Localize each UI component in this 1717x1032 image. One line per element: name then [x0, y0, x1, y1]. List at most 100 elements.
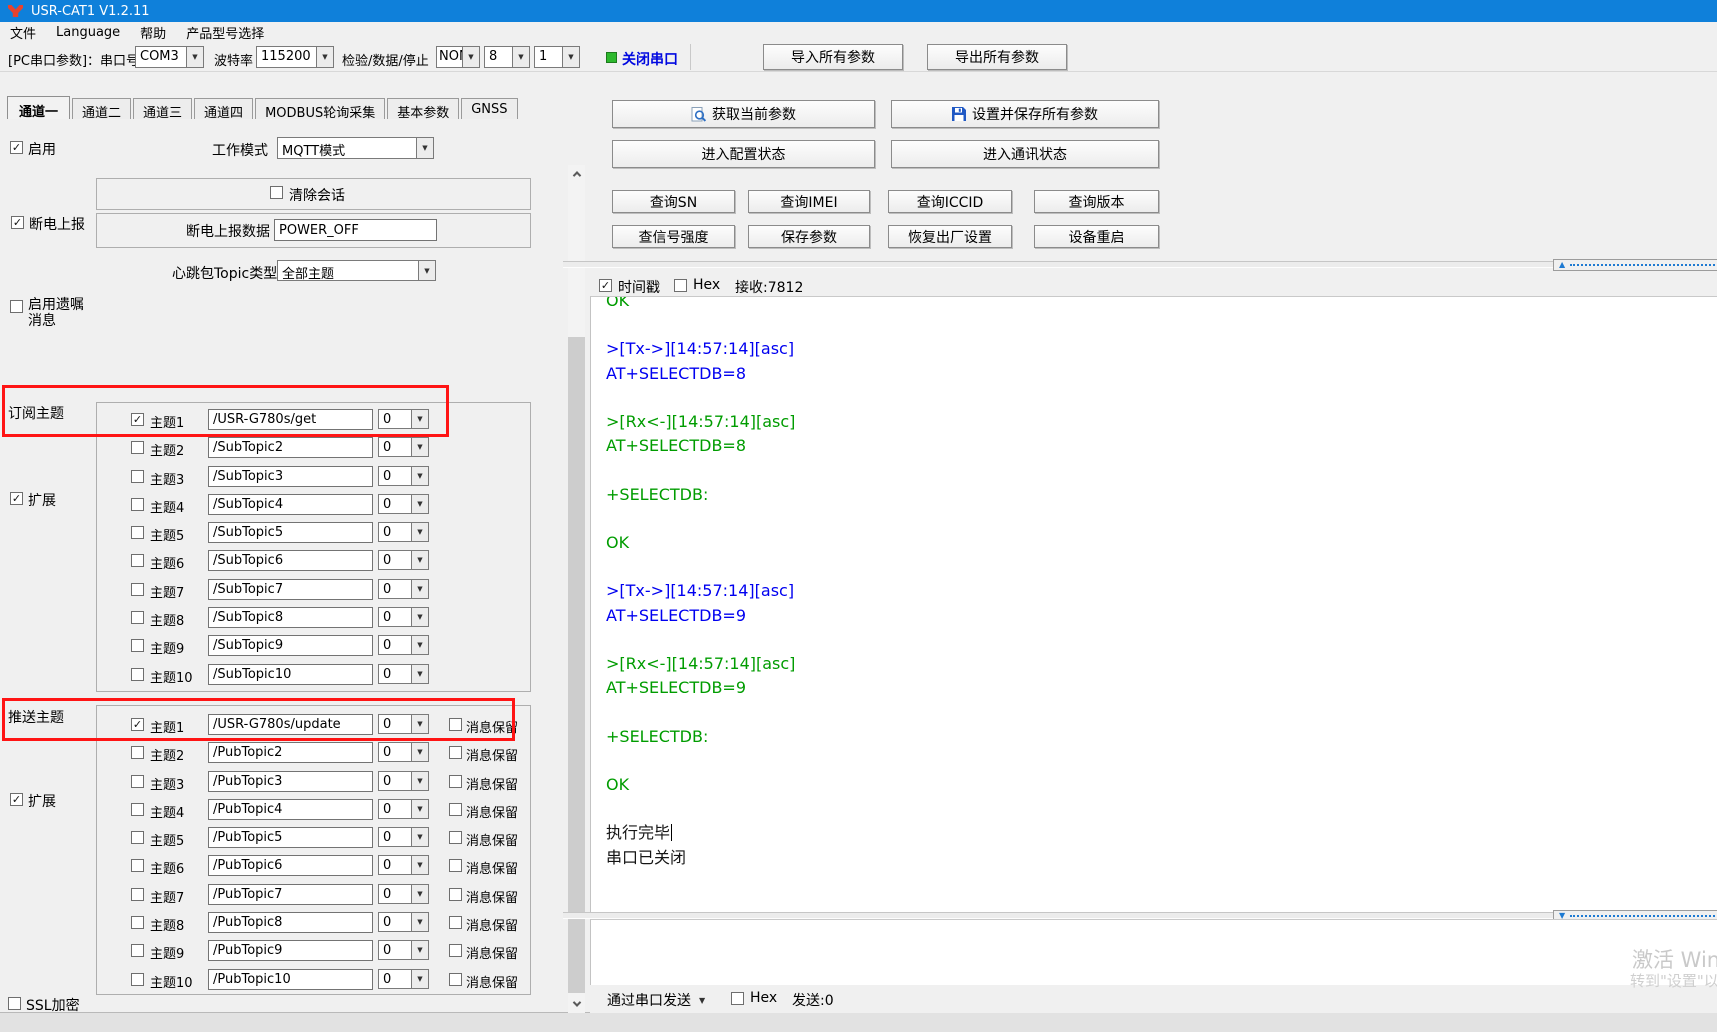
topic-input[interactable] — [208, 884, 373, 905]
topic-checkbox[interactable] — [131, 639, 144, 652]
qos-select[interactable]: 0▼ — [378, 635, 429, 655]
parity-select[interactable]: NONI ▼ — [436, 46, 480, 68]
chevron-down-icon[interactable]: ▼ — [411, 941, 428, 959]
com-port-select[interactable]: COM3 ▼ — [135, 46, 204, 68]
import-all-params-button[interactable]: 导入所有参数 — [763, 44, 903, 70]
get-current-params-button[interactable]: 获取当前参数 — [612, 100, 875, 128]
retain-checkbox[interactable] — [449, 718, 462, 731]
topic-input[interactable] — [208, 855, 373, 876]
chevron-down-icon[interactable]: ▼ — [411, 913, 428, 931]
topic-checkbox[interactable] — [131, 803, 144, 816]
topic-input[interactable] — [208, 635, 373, 656]
query-button-1-3[interactable]: 查询ICCID — [888, 190, 1012, 213]
left-panel-scrollbar[interactable] — [568, 165, 585, 1013]
retain-checkbox[interactable] — [449, 916, 462, 929]
scroll-down-arrow-icon[interactable] — [568, 995, 585, 1013]
qos-select[interactable]: 0▼ — [378, 799, 429, 819]
send-via-serial-dropdown[interactable]: 通过串口发送 ▼ — [607, 990, 705, 1010]
rx-hex-checkbox[interactable] — [674, 279, 687, 292]
topic-checkbox[interactable] — [131, 746, 144, 759]
chevron-down-icon[interactable]: ▼ — [411, 608, 428, 626]
subscribe-extend-checkbox[interactable]: ✓ — [10, 492, 23, 505]
qos-select[interactable]: 0▼ — [378, 969, 429, 989]
topic-checkbox[interactable]: ✓ — [131, 718, 144, 731]
topic-input[interactable] — [208, 494, 373, 515]
enable-checkbox[interactable]: ✓ — [10, 141, 23, 154]
power-data-input[interactable] — [274, 219, 437, 241]
topic-checkbox[interactable] — [131, 583, 144, 596]
topic-input[interactable] — [208, 409, 373, 430]
retain-checkbox[interactable] — [449, 746, 462, 759]
chevron-down-icon[interactable]: ▼ — [512, 47, 529, 67]
query-button-2-2[interactable]: 保存参数 — [748, 225, 870, 248]
clear-session-checkbox[interactable] — [270, 186, 283, 199]
retain-checkbox[interactable] — [449, 888, 462, 901]
topic-input[interactable] — [208, 579, 373, 600]
chevron-down-icon[interactable]: ▼ — [411, 580, 428, 598]
topic-checkbox[interactable] — [131, 526, 144, 539]
heartbeat-topic-select[interactable]: 全部主题 ▼ — [277, 260, 436, 281]
log-output-area[interactable]: OK >[Tx->][14:57:14][asc]AT+SELECTDB=8 >… — [590, 296, 1717, 912]
chevron-down-icon[interactable]: ▼ — [411, 856, 428, 874]
qos-select[interactable]: 0▼ — [378, 827, 429, 847]
scroll-up-arrow-icon[interactable] — [568, 165, 585, 183]
send-input-area[interactable] — [590, 919, 1717, 985]
topic-checkbox[interactable] — [131, 470, 144, 483]
chevron-down-icon[interactable]: ▼ — [411, 551, 428, 569]
topic-checkbox[interactable] — [131, 973, 144, 986]
topic-input[interactable] — [208, 664, 373, 685]
qos-select[interactable]: 0▼ — [378, 940, 429, 960]
tab-4[interactable]: 通道四 — [194, 98, 253, 119]
topic-input[interactable] — [208, 714, 373, 735]
topic-checkbox[interactable] — [131, 611, 144, 624]
chevron-down-icon[interactable]: ▼ — [411, 715, 428, 733]
chevron-down-icon[interactable]: ▼ — [411, 523, 428, 541]
query-button-1-4[interactable]: 查询版本 — [1034, 190, 1159, 213]
chevron-down-icon[interactable]: ▼ — [418, 261, 435, 280]
export-all-params-button[interactable]: 导出所有参数 — [927, 44, 1067, 70]
tab-6[interactable]: 基本参数 — [387, 98, 459, 119]
menu-item-4[interactable]: 产品型号选择 — [176, 22, 274, 42]
chevron-down-icon[interactable]: ▼ — [411, 800, 428, 818]
chevron-down-icon[interactable]: ▼ — [411, 885, 428, 903]
topic-input[interactable] — [208, 742, 373, 763]
topic-input[interactable] — [208, 522, 373, 543]
topic-checkbox[interactable] — [131, 831, 144, 844]
chevron-down-icon[interactable]: ▼ — [562, 47, 579, 67]
query-button-2-4[interactable]: 设备重启 — [1034, 225, 1159, 248]
qos-select[interactable]: 0▼ — [378, 912, 429, 932]
publish-extend-checkbox[interactable]: ✓ — [10, 793, 23, 806]
topic-input[interactable] — [208, 827, 373, 848]
qos-select[interactable]: 0▼ — [378, 607, 429, 627]
topic-checkbox[interactable] — [131, 888, 144, 901]
topic-checkbox[interactable] — [131, 916, 144, 929]
query-button-2-1[interactable]: 查信号强度 — [612, 225, 735, 248]
retain-checkbox[interactable] — [449, 944, 462, 957]
will-message-checkbox[interactable] — [10, 300, 23, 313]
chevron-down-icon[interactable]: ▼ — [411, 743, 428, 761]
tab-7[interactable]: GNSS — [461, 98, 517, 119]
qos-select[interactable]: 0▼ — [378, 437, 429, 457]
chevron-down-icon[interactable]: ▼ — [411, 772, 428, 790]
qos-select[interactable]: 0▼ — [378, 884, 429, 904]
chevron-down-icon[interactable]: ▼ — [411, 467, 428, 485]
menu-item-1[interactable]: 文件 — [0, 22, 46, 42]
chevron-down-icon[interactable]: ▼ — [411, 495, 428, 513]
stopbits-select[interactable]: 1 ▼ — [534, 46, 580, 68]
topic-checkbox[interactable]: ✓ — [131, 413, 144, 426]
ssl-checkbox[interactable] — [8, 997, 21, 1010]
topic-input[interactable] — [208, 912, 373, 933]
qos-select[interactable]: 0▼ — [378, 771, 429, 791]
retain-checkbox[interactable] — [449, 775, 462, 788]
tab-5[interactable]: MODBUS轮询采集 — [255, 98, 385, 119]
baud-select[interactable]: 115200 ▼ — [256, 46, 334, 68]
topic-input[interactable] — [208, 771, 373, 792]
topic-input[interactable] — [208, 799, 373, 820]
qos-select[interactable]: 0▼ — [378, 855, 429, 875]
chevron-down-icon[interactable]: ▼ — [411, 970, 428, 988]
close-port-button[interactable]: 关闭串口 — [622, 49, 678, 69]
chevron-down-icon[interactable]: ▼ — [411, 636, 428, 654]
enter-comm-state-button[interactable]: 进入通讯状态 — [891, 140, 1159, 168]
menu-item-3[interactable]: 帮助 — [130, 22, 176, 42]
databits-select[interactable]: 8 ▼ — [484, 46, 530, 68]
